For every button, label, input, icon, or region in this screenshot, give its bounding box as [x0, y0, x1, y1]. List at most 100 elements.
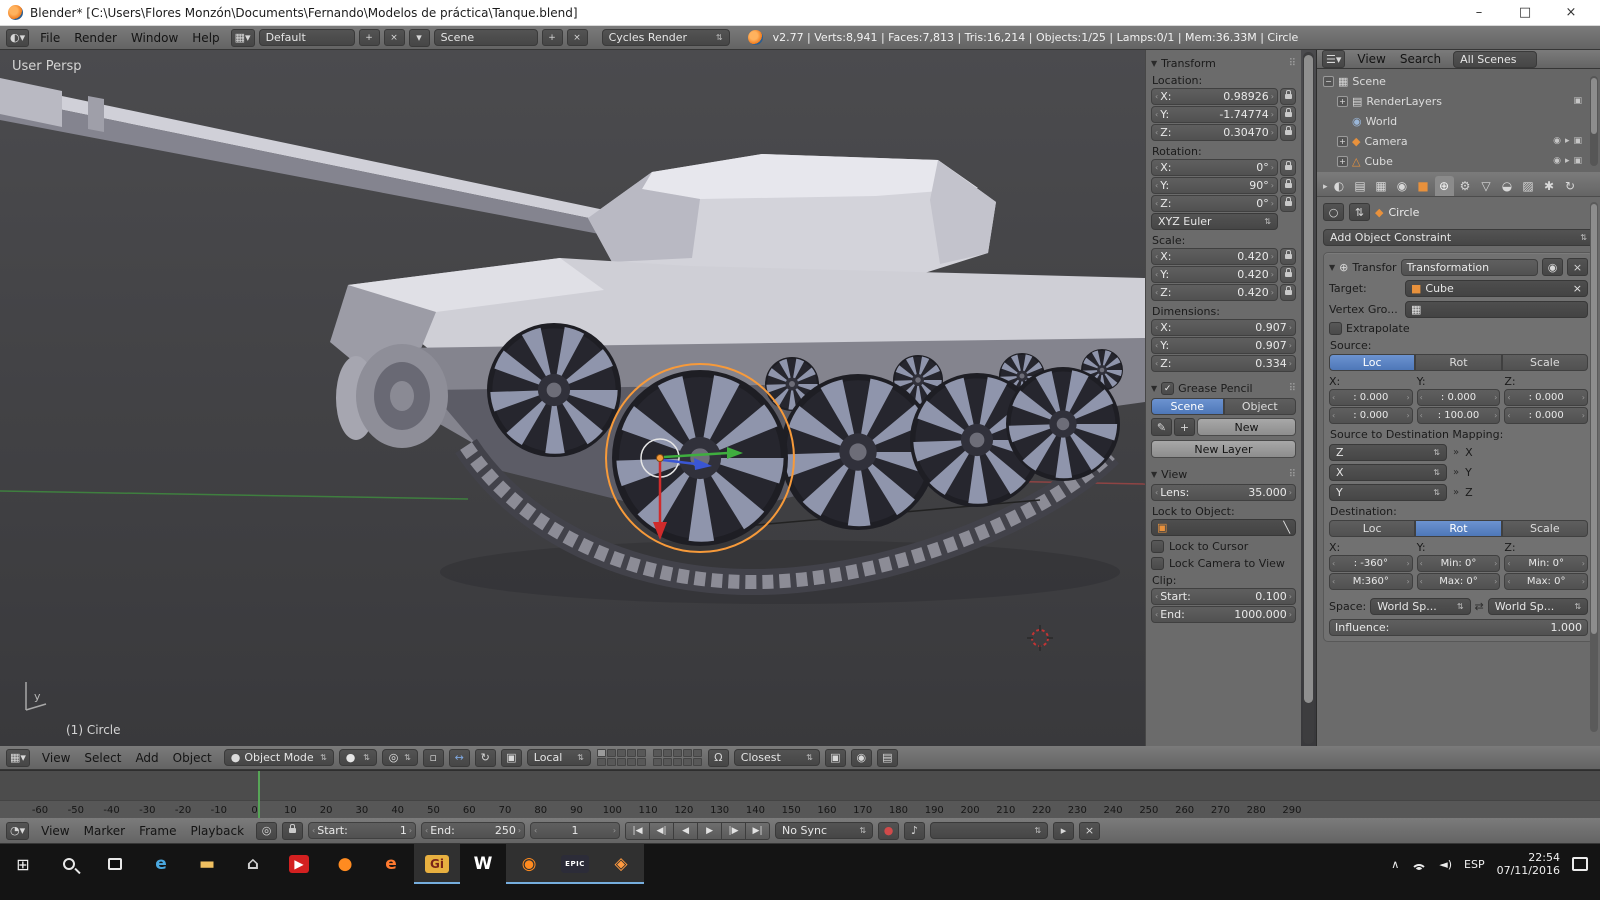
- pencil-draw-button[interactable]: ✎: [1151, 418, 1172, 436]
- space-from-dropdown[interactable]: World Sp...⇅: [1370, 598, 1470, 615]
- render-engine-dropdown[interactable]: Cycles Render⇅: [602, 29, 730, 46]
- layer-cell[interactable]: [637, 749, 646, 757]
- constraint-name-field[interactable]: Transformation: [1401, 259, 1538, 276]
- layer-cell[interactable]: [627, 749, 636, 757]
- outliner-item-scene[interactable]: −▦Scene: [1321, 71, 1596, 91]
- number-field[interactable]: ‹Y:0.420›: [1151, 266, 1278, 283]
- space-to-dropdown[interactable]: World Sp...⇅: [1488, 598, 1588, 615]
- number-field[interactable]: ‹Min: 0°›: [1504, 555, 1588, 572]
- number-field[interactable]: ‹X:0.420›: [1151, 248, 1278, 265]
- restrict-icon[interactable]: ▣: [1573, 96, 1582, 106]
- scene-browse-icon[interactable]: ▾: [409, 29, 430, 47]
- render-opengl-button[interactable]: ◉: [851, 749, 872, 767]
- tab-render[interactable]: ◐: [1330, 176, 1349, 196]
- tab-texture[interactable]: ▨: [1519, 176, 1538, 196]
- panel-grip-icon[interactable]: ⠿: [1289, 469, 1296, 480]
- current-frame-field[interactable]: ‹1›: [530, 822, 620, 839]
- new-layer-button[interactable]: New Layer: [1151, 440, 1296, 458]
- number-field[interactable]: ‹Y:90°›: [1151, 177, 1278, 194]
- constraint-visibility-icon[interactable]: ◉: [1542, 258, 1563, 276]
- layer-cell[interactable]: [617, 758, 626, 766]
- expander-icon[interactable]: +: [1337, 156, 1348, 167]
- menu-help[interactable]: Help: [185, 31, 226, 45]
- taskbar-browser-orange[interactable]: e: [368, 844, 414, 884]
- toggle-scene[interactable]: Scene: [1151, 398, 1224, 415]
- number-field[interactable]: ‹: 100.00›: [1417, 407, 1501, 424]
- lock-toggle[interactable]: [1280, 266, 1296, 283]
- number-field[interactable]: ‹: 0.000›: [1504, 407, 1588, 424]
- playback-button-3[interactable]: ▶: [697, 822, 722, 840]
- lock-toggle[interactable]: [1280, 124, 1296, 141]
- layer-cell[interactable]: [607, 749, 616, 757]
- restrict-icon[interactable]: ▣: [1573, 156, 1582, 166]
- expander-icon[interactable]: +: [1337, 136, 1348, 147]
- use-preview-range-toggle[interactable]: ◎: [256, 822, 277, 840]
- close-button[interactable]: ×: [1550, 2, 1592, 24]
- outliner-scrollbar[interactable]: [1590, 76, 1598, 166]
- layer-cell[interactable]: [663, 758, 672, 766]
- axis-dropdown[interactable]: Z⇅: [1329, 444, 1447, 461]
- add-object-constraint-dropdown[interactable]: Add Object Constraint⇅: [1323, 229, 1594, 246]
- number-field[interactable]: ‹Max: 0°›: [1504, 573, 1588, 590]
- clock[interactable]: 22:54 07/11/2016: [1497, 851, 1560, 877]
- transform-panel-header[interactable]: ▼ Transform ⠿: [1151, 57, 1296, 70]
- restrict-icon[interactable]: ▸: [1565, 136, 1570, 146]
- grease-pencil-panel-header[interactable]: ▼ ✓ Grease Pencil ⠿: [1151, 382, 1296, 395]
- rotation-mode-dropdown[interactable]: XYZ Euler⇅: [1151, 213, 1278, 230]
- number-field[interactable]: ‹Y:0.907›: [1151, 337, 1296, 354]
- outliner-item-renderlayers[interactable]: +▤RenderLayers▣: [1321, 91, 1596, 111]
- restrict-icon[interactable]: ◉: [1553, 136, 1561, 146]
- tab-scene[interactable]: ▦: [1372, 176, 1391, 196]
- layer-cell[interactable]: [683, 749, 692, 757]
- editor-type-button[interactable]: ▦▾: [6, 749, 30, 767]
- lock-toggle[interactable]: [1280, 88, 1296, 105]
- number-field[interactable]: ‹X:0.907›: [1151, 319, 1296, 336]
- pin-id-button[interactable]: ○: [1323, 203, 1344, 221]
- insert-keyframe-button[interactable]: ▸: [1053, 822, 1074, 840]
- outliner-item-camera[interactable]: +◆Camera◉▸▣: [1321, 131, 1596, 151]
- layout-add-button[interactable]: +: [359, 29, 380, 46]
- minimize-button[interactable]: –: [1458, 2, 1500, 24]
- restrict-icon[interactable]: ▣: [1573, 136, 1582, 146]
- layer-cell[interactable]: [597, 749, 606, 757]
- playback-button-4[interactable]: |▶: [721, 822, 746, 840]
- expander-icon[interactable]: +: [1337, 96, 1348, 107]
- lock-toggle[interactable]: [1280, 284, 1296, 301]
- layer-cell[interactable]: [637, 758, 646, 766]
- menu-select[interactable]: Select: [77, 751, 128, 765]
- outliner-item-cube[interactable]: +△Cube◉▸▣: [1321, 151, 1596, 171]
- eyedropper-icon[interactable]: ╲: [1283, 521, 1290, 534]
- taskbar-app-orange[interactable]: ◈: [598, 844, 644, 884]
- editor-type-button[interactable]: ◐▾: [6, 29, 29, 47]
- influence-slider[interactable]: Influence: 1.000: [1329, 619, 1588, 636]
- lock-time-toggle[interactable]: [282, 822, 303, 840]
- properties-scrollbar[interactable]: [1590, 202, 1598, 732]
- vertex-group-field[interactable]: ▦: [1405, 301, 1588, 318]
- pivot-point-dropdown[interactable]: ◎⇅: [382, 749, 418, 766]
- transform-orientation-dropdown[interactable]: Local⇅: [527, 749, 591, 766]
- restrict-icon[interactable]: ◉: [1553, 156, 1561, 166]
- playback-button-0[interactable]: |◀: [625, 822, 650, 840]
- number-field[interactable]: ‹X:0°›: [1151, 159, 1278, 176]
- snap-magnet-toggle[interactable]: Ω: [708, 749, 729, 767]
- axis-dropdown[interactable]: X⇅: [1329, 464, 1447, 481]
- taskbar-search-button[interactable]: [46, 844, 92, 884]
- toggle-object[interactable]: Object: [1224, 398, 1297, 415]
- layer-cell[interactable]: [607, 758, 616, 766]
- record-button[interactable]: ●: [878, 822, 899, 840]
- menu-frame[interactable]: Frame: [132, 824, 183, 838]
- playback-button-1[interactable]: ◀|: [649, 822, 674, 840]
- lock-toggle[interactable]: [1280, 195, 1296, 212]
- number-field[interactable]: ‹Z:0°›: [1151, 195, 1278, 212]
- maximize-button[interactable]: □: [1504, 2, 1546, 24]
- manipulator-translate-toggle[interactable]: ↔: [449, 749, 470, 767]
- timeline-band[interactable]: -60-50-40-30-20-100102030405060708090100…: [0, 770, 1600, 818]
- extrapolate-checkbox[interactable]: [1329, 322, 1342, 335]
- panel-grip-icon[interactable]: ⠿: [1289, 58, 1296, 69]
- tab-material[interactable]: ◒: [1498, 176, 1517, 196]
- frame-start-field[interactable]: ‹Start:1›: [308, 822, 416, 839]
- taskbar-edge[interactable]: e: [138, 844, 184, 884]
- lock-camera-checkbox[interactable]: [1151, 557, 1164, 570]
- outliner-item-world[interactable]: +◉World: [1321, 111, 1596, 131]
- task-view-button[interactable]: [92, 844, 138, 884]
